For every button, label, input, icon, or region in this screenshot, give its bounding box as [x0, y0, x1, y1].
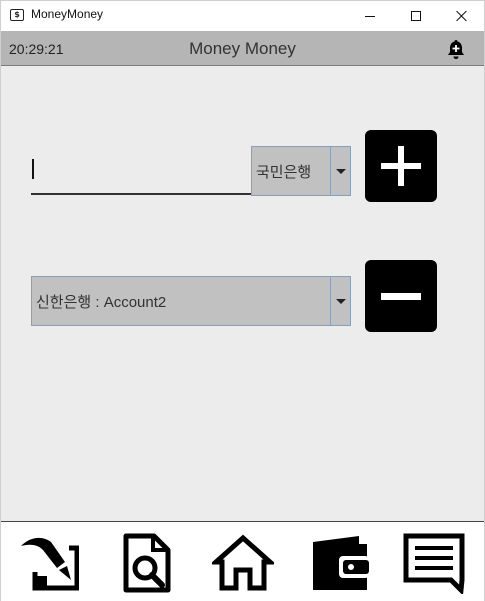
nav-message-button[interactable]	[403, 532, 465, 594]
nav-wallet-button[interactable]	[309, 532, 371, 594]
document-search-icon	[123, 533, 171, 593]
pen-chart-icon	[21, 537, 79, 591]
bank-select-value: 국민은행	[256, 163, 312, 181]
app-money-icon: $	[10, 9, 24, 21]
maximize-button[interactable]	[393, 1, 439, 31]
remove-button[interactable]	[365, 260, 437, 332]
home-icon	[212, 534, 274, 591]
app-title: Money Money	[189, 39, 296, 58]
bank-select[interactable]: 국민은행	[251, 146, 351, 196]
add-button[interactable]	[365, 130, 437, 202]
close-button[interactable]	[439, 1, 485, 31]
close-icon	[456, 10, 468, 22]
minimize-button[interactable]	[347, 1, 393, 31]
nav-search-button[interactable]	[116, 532, 178, 594]
message-icon	[403, 533, 465, 594]
main-content: 국민은행 신한은행 : Account2	[1, 66, 484, 521]
window-titlebar: $ MoneyMoney	[1, 1, 484, 31]
amount-input[interactable]	[31, 146, 251, 195]
maximize-icon	[411, 11, 421, 21]
plus-icon	[381, 146, 421, 186]
app-window: $ MoneyMoney 20:29:21 Money Money 국민은행 신…	[0, 0, 485, 601]
account-select-value: 신한은행 : Account2	[36, 293, 167, 311]
account-select[interactable]: 신한은행 : Account2	[31, 276, 351, 326]
chevron-down-icon[interactable]	[330, 277, 350, 325]
chevron-down-icon[interactable]	[330, 147, 350, 195]
nav-pen-chart-button[interactable]	[17, 532, 79, 594]
text-cursor	[32, 159, 34, 179]
wallet-icon	[313, 536, 369, 590]
nav-home-button[interactable]	[212, 532, 274, 594]
app-header: 20:29:21 Money Money	[1, 31, 484, 66]
bell-plus-icon[interactable]	[445, 38, 467, 60]
bottom-nav	[1, 521, 484, 601]
minus-icon	[381, 293, 421, 300]
window-title: MoneyMoney	[31, 7, 104, 21]
minimize-icon	[365, 15, 375, 17]
